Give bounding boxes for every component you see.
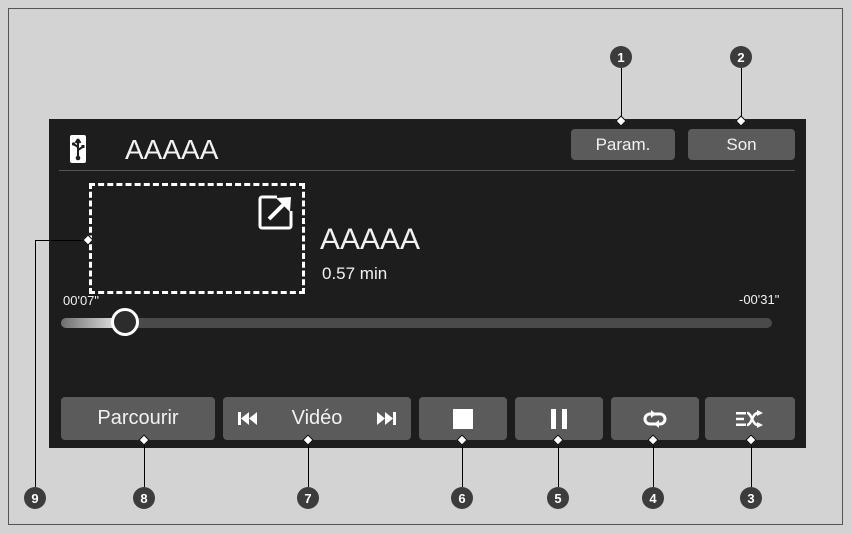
track-title: AAAAA <box>320 223 421 256</box>
usb-icon <box>70 135 86 163</box>
remaining-time: -00'31" <box>739 292 780 307</box>
callout-4: 4 <box>642 487 664 509</box>
callout-line-3 <box>751 440 752 487</box>
callout-line-2 <box>741 68 742 121</box>
video-mode-label: Vidéo <box>291 407 343 429</box>
callout-line-4 <box>653 440 654 487</box>
progress-bar[interactable] <box>61 308 772 336</box>
callout-7: 7 <box>297 487 319 509</box>
progress-knob[interactable] <box>110 308 139 336</box>
video-mode-button[interactable]: Vidéo <box>223 397 411 440</box>
callout-3: 3 <box>740 487 762 509</box>
pause-button[interactable] <box>515 397 603 440</box>
elapsed-time: 00'07" <box>63 293 100 308</box>
expand-icon[interactable] <box>257 193 295 231</box>
callout-9: 9 <box>24 487 46 509</box>
skip-previous-icon[interactable] <box>238 412 258 425</box>
callout-line-8 <box>144 440 145 487</box>
header-divider <box>59 170 795 171</box>
repeat-button[interactable] <box>611 397 699 440</box>
repeat-icon <box>643 409 667 428</box>
settings-button[interactable]: Param. <box>571 129 675 160</box>
callout-line-5 <box>558 440 559 487</box>
callout-line-7 <box>308 440 309 487</box>
callout-line-9a <box>35 240 36 487</box>
callout-8: 8 <box>133 487 155 509</box>
shuffle-icon <box>736 409 763 428</box>
sound-button[interactable]: Son <box>688 129 795 160</box>
callout-6: 6 <box>451 487 473 509</box>
browse-button[interactable]: Parcourir <box>61 397 215 440</box>
stop-icon <box>453 408 473 429</box>
callout-line-9b <box>35 240 88 241</box>
skip-next-icon[interactable] <box>376 412 396 425</box>
callout-1: 1 <box>610 46 632 68</box>
callout-line-1 <box>621 68 622 121</box>
source-title: AAAAA <box>125 134 219 165</box>
track-duration: 0.57 min <box>322 264 388 283</box>
callout-2: 2 <box>730 46 752 68</box>
callout-5: 5 <box>547 487 569 509</box>
pause-icon <box>551 408 567 429</box>
stop-button[interactable] <box>419 397 507 440</box>
callout-line-6 <box>462 440 463 487</box>
